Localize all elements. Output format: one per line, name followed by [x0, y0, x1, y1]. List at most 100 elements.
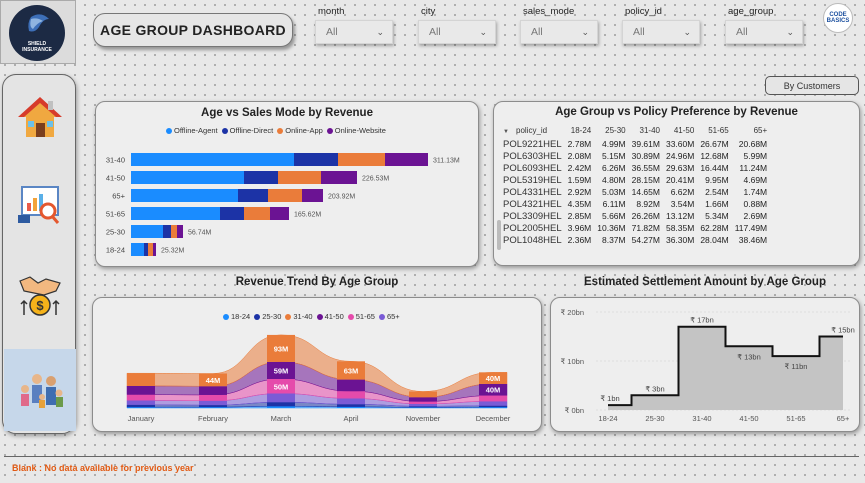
table-row[interactable]: POL3309HEL 2.85M 5.66M 26.26M 13.12M 5.34M 2.6… [503, 210, 770, 222]
revenue-cell: 1.66M [705, 199, 729, 209]
revenue-cell: 117.49M [734, 223, 768, 233]
ribbon-column [479, 401, 507, 406]
ribbon-column [479, 405, 507, 408]
slicer-value: All [633, 26, 645, 38]
slicer-sales-mode[interactable]: sales_mode All ⌄ [520, 6, 598, 48]
footer-divider [4, 456, 859, 457]
analytics-report-icon [18, 186, 60, 224]
data-label: 50M [274, 382, 289, 391]
revenue-cell: 29.63M [665, 163, 695, 173]
table-row[interactable]: POL4321HEL 4.35M 6.11M 8.92M 3.54M 1.66M 0.88M [503, 198, 770, 210]
brand-line2: BASICS [826, 18, 850, 24]
policy-id-cell: POL3309HEL [503, 210, 562, 222]
table-row[interactable]: POL4331HEL 2.92M 5.03M 14.65M 6.62M 2.54M 1.74… [503, 186, 770, 198]
column-header[interactable]: 18-24 [565, 122, 595, 138]
revenue-cell: 8.92M [636, 199, 660, 209]
revenue-cell: 2.69M [743, 211, 768, 221]
column-header[interactable]: 51-65 [697, 122, 731, 138]
value-label: ₹ 1bn [600, 394, 619, 403]
bar-segment [244, 171, 278, 184]
x-tick-label: 25-30 [645, 414, 664, 423]
column-header[interactable]: 65+ [732, 122, 770, 138]
ribbon-chart-plot: 44M 93M 59M 50M 63M 40M 40M January February Marc… [126, 334, 511, 423]
ribbon-column [267, 406, 295, 408]
revenue-cell: 5.99M [743, 151, 768, 161]
column-header[interactable]: 31-40 [629, 122, 663, 138]
ribbon-column [409, 401, 437, 404]
table-row[interactable]: POL1048HEL 2.36M 8.37M 54.27M 36.30M 28.04M 38… [503, 234, 770, 246]
bar-segment [131, 171, 244, 184]
slicer-policy-id[interactable]: policy_id All ⌄ [622, 6, 700, 48]
revenue-cell: 9.95M [705, 175, 729, 185]
revenue-cell: 4.69M [743, 175, 768, 185]
revenue-cell: 20.68M [738, 139, 768, 149]
bar-segment [171, 225, 177, 238]
people-group-icon [21, 374, 63, 408]
ribbon-column [199, 394, 227, 401]
revenue-cell: 58.35M [665, 223, 695, 233]
revenue-cell: 11.24M [739, 163, 768, 173]
data-label: 59M [274, 366, 289, 375]
revenue-cell: 0.88M [743, 199, 768, 209]
column-header[interactable]: policy_id [503, 122, 565, 138]
nav-home[interactable] [4, 77, 76, 159]
table-row[interactable]: POL2005HEL 3.96M 10.36M 71.82M 58.35M 62.28M 1… [503, 222, 770, 234]
step-area-chart-plot: ₹ 0bn ₹ 10bn ₹ 20bn ₹ 1bn 18-24 ₹ 3bn 25-30 ₹ 1… [560, 308, 854, 423]
ribbon-column [479, 395, 507, 402]
by-customers-button[interactable]: By Customers [765, 76, 859, 95]
slicer-month[interactable]: month All ⌄ [315, 6, 393, 48]
column-header[interactable]: 25-30 [594, 122, 628, 138]
bar-total-label: 226.53M [362, 176, 389, 183]
revenue-cell: 71.82M [631, 223, 660, 233]
table-title: Age Group vs Policy Preference by Revenu… [555, 106, 798, 118]
page-title: AGE GROUP DASHBOARD [93, 13, 293, 47]
policy-id-cell: POL2005HEL [503, 222, 562, 234]
ribbon-column [127, 404, 155, 408]
slicer-dropdown[interactable]: All ⌄ [622, 20, 700, 44]
x-tick-label: March [271, 414, 292, 423]
x-tick-label: December [476, 414, 511, 423]
chart-title: Estimated Settlement Amount by Age Group [584, 276, 826, 288]
bar-segment [131, 207, 220, 220]
ribbon-column [127, 400, 155, 405]
table-row[interactable]: POL6303HEL 2.08M 5.15M 30.89M 24.96M 12.68M 5.… [503, 150, 770, 162]
table-row[interactable]: POL6093HEL 2.42M 6.26M 36.55M 29.63M 16.44M 11… [503, 162, 770, 174]
bar-segment [131, 153, 294, 166]
slicer-dropdown[interactable]: All ⌄ [725, 20, 803, 44]
slicer-dropdown[interactable]: All ⌄ [418, 20, 496, 44]
policy-id-cell: POL6303HEL [503, 150, 562, 162]
ribbon-column [409, 391, 437, 398]
home-icon [18, 97, 62, 137]
table-scrollbar[interactable] [497, 220, 501, 250]
slicer-dropdown[interactable]: All ⌄ [315, 20, 393, 44]
nav-age-group[interactable] [4, 349, 76, 431]
revenue-cell: 28.15M [631, 175, 660, 185]
revenue-cell: 6.11M [602, 199, 626, 209]
slicer-value: All [736, 26, 748, 38]
revenue-cell: 14.65M [631, 187, 660, 197]
revenue-cell: 5.66M [601, 211, 626, 221]
table-row[interactable]: POL5319HEL 1.59M 4.80M 28.15M 20.41M 9.95M 4.6… [503, 174, 770, 186]
revenue-cell: 8.37M [601, 235, 626, 245]
revenue-cell: 1.74M [743, 187, 768, 197]
policy-id-cell: POL4321HEL [503, 198, 562, 210]
handshake-coin-icon: $ [19, 276, 61, 316]
table-row[interactable]: POL9221HEL 2.78M 4.99M 39.61M 33.60M 26.67M 20… [503, 138, 770, 150]
slicer-age-group[interactable]: age_group All ⌄ [725, 6, 803, 48]
shield-logo-icon: SHIELD INSURANCE [9, 5, 65, 61]
revenue-cell: 5.03M [601, 187, 626, 197]
slicer-dropdown[interactable]: All ⌄ [520, 20, 598, 44]
revenue-cell: 39.61M [631, 139, 660, 149]
x-tick-label: April [343, 414, 358, 423]
nav-analytics[interactable] [4, 163, 76, 245]
nav-settlement[interactable]: $ [4, 255, 76, 337]
bar-segment [131, 225, 163, 238]
slicer-label: city [421, 6, 436, 17]
bar-segment [238, 189, 268, 202]
bar-segment [321, 171, 357, 184]
slicer-city[interactable]: city All ⌄ [418, 6, 496, 48]
chevron-down-icon: ⌄ [683, 26, 691, 37]
logo-line2: INSURANCE [22, 47, 52, 53]
column-header[interactable]: 41-50 [663, 122, 697, 138]
revenue-cell: 20.41M [665, 175, 695, 185]
